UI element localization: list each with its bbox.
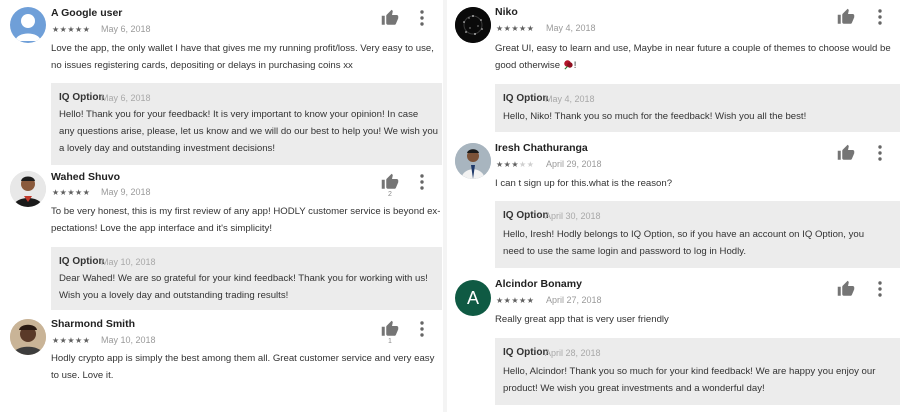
review-card: A Alcindor Bonamy ★★★★★ April 27, 2018 R… [447, 273, 900, 412]
review-card: A Google user ★★★★★ May 6, 2018 Love the… [0, 0, 443, 165]
reply-author: IQ Option [503, 347, 549, 358]
developer-reply: IQ Option May 10, 2018 Dear Wahed! We ar… [51, 247, 442, 310]
review-date: May 6, 2018 [101, 24, 151, 34]
rating-stars: ★★★★★ [496, 160, 534, 169]
developer-reply: IQ Option April 28, 2018 Hello, Alcindor… [495, 338, 900, 405]
more-vert-icon[interactable] [416, 9, 428, 27]
more-vert-icon[interactable] [416, 320, 428, 338]
helpful-count: 2 [388, 191, 392, 198]
reply-author: IQ Option [503, 210, 549, 221]
reply-author: IQ Option [59, 92, 105, 103]
reply-text-line: Hello! Thank you for your feedback! It i… [59, 109, 419, 120]
developer-reply: IQ Option April 30, 2018 Hello, Iresh! H… [495, 201, 900, 268]
reply-text-line: a lovely day and outstanding investment … [59, 143, 275, 154]
review-date: May 10, 2018 [101, 335, 156, 345]
review-date: May 9, 2018 [101, 187, 151, 197]
reply-text-line: product! We wish you great investments a… [503, 383, 765, 394]
review-text-line: Great UI, easy to learn and use, Maybe i… [495, 43, 891, 54]
reply-date: April 30, 2018 [545, 211, 601, 221]
thumbs-up-icon[interactable] [837, 8, 855, 26]
reply-text-line: Hello, Iresh! Hodly belongs to IQ Option… [503, 229, 865, 240]
rating-stars: ★★★★★ [496, 296, 535, 305]
thumbs-up-icon[interactable] [381, 320, 399, 338]
review-text-line: pectations! Love the app interface and i… [51, 223, 273, 234]
reply-date: May 6, 2018 [101, 93, 151, 103]
more-vert-icon[interactable] [874, 8, 886, 26]
reply-author: IQ Option [59, 256, 105, 267]
review-date: April 29, 2018 [546, 159, 602, 169]
stars-filled: ★★★ [496, 160, 520, 169]
avatar-iresh-chathuranga [455, 143, 491, 179]
reply-text-line: any questions arise, please, let us know… [59, 126, 438, 137]
review-author: Sharmond Smith [51, 318, 136, 330]
reply-author: IQ Option [503, 93, 549, 104]
helpful-count: 1 [388, 338, 392, 345]
reply-text-line: Wish you a lovely day and outstanding tr… [59, 290, 289, 301]
review-author: Iresh Chathuranga [495, 142, 588, 154]
review-author: Wahed Shuvo [51, 171, 121, 183]
avatar-google-user [10, 7, 46, 43]
more-vert-icon[interactable] [874, 280, 886, 298]
reply-date: May 10, 2018 [101, 257, 156, 267]
reply-text-line: Hello, Niko! Thank you so much for the f… [503, 111, 807, 122]
avatar-wahed-shuvo [10, 171, 46, 207]
more-vert-icon[interactable] [416, 173, 428, 191]
reply-text-line: Hello, Alcindor! Thank you so much for y… [503, 366, 876, 377]
review-author: Niko [495, 6, 518, 18]
thumbs-up-icon[interactable] [837, 280, 855, 298]
review-date: May 4, 2018 [546, 23, 596, 33]
review-text-line: Hodly crypto app is simply the best amon… [51, 353, 435, 364]
review-card: Sharmond Smith ★★★★★ May 10, 2018 1 Hodl… [0, 313, 443, 412]
review-card: Iresh Chathuranga ★★★★★ April 29, 2018 I… [447, 137, 900, 273]
review-text-line: to use. Love it. [51, 370, 114, 381]
reply-text-line: need to use the same login and password … [503, 246, 747, 257]
review-date: April 27, 2018 [546, 295, 602, 305]
reply-date: May 4, 2018 [545, 94, 595, 104]
thumbs-up-icon[interactable] [381, 9, 399, 27]
stars-empty: ★★ [519, 160, 535, 169]
avatar-niko [455, 7, 491, 43]
review-text-line: To be very honest, this is my first revi… [51, 206, 441, 217]
review-text-fragment: good otherwise [495, 60, 561, 71]
thumbs-up-icon[interactable] [837, 144, 855, 162]
developer-reply: IQ Option May 6, 2018 Hello! Thank you f… [51, 83, 442, 165]
rose-emoji-icon [563, 59, 574, 70]
more-vert-icon[interactable] [874, 144, 886, 162]
rating-stars: ★★★★★ [52, 336, 91, 345]
rating-stars: ★★★★★ [52, 188, 91, 197]
review-card: Niko ★★★★★ May 4, 2018 Great UI, easy to… [447, 0, 900, 137]
rating-stars: ★★★★★ [496, 24, 535, 33]
review-text-line: good otherwise ! [495, 57, 576, 74]
avatar-sharmond-smith [10, 319, 46, 355]
review-author: Alcindor Bonamy [495, 278, 582, 290]
rating-stars: ★★★★★ [52, 25, 91, 34]
thumbs-up-icon[interactable] [381, 173, 399, 191]
review-text-fragment: ! [573, 60, 577, 71]
developer-reply: IQ Option May 4, 2018 Hello, Niko! Thank… [495, 84, 900, 132]
reply-text-line: Dear Wahed! We are so grateful for your … [59, 273, 428, 284]
review-text-line: Really great app that is very user frien… [495, 314, 669, 325]
review-text-line: I can t sign up for this.what is the rea… [495, 178, 673, 189]
reply-date: April 28, 2018 [545, 348, 601, 358]
avatar-alcindor-bonamy: A [455, 280, 491, 316]
review-card: Wahed Shuvo ★★★★★ May 9, 2018 2 To be ve… [0, 165, 443, 313]
left-review-column: A Google user ★★★★★ May 6, 2018 Love the… [0, 0, 443, 412]
review-text-line: no issues registering cards, depositing … [51, 60, 353, 71]
review-text-line: Love the app, the only wallet I have tha… [51, 43, 434, 54]
right-review-column: Niko ★★★★★ May 4, 2018 Great UI, easy to… [447, 0, 900, 412]
review-author: A Google user [51, 7, 123, 19]
